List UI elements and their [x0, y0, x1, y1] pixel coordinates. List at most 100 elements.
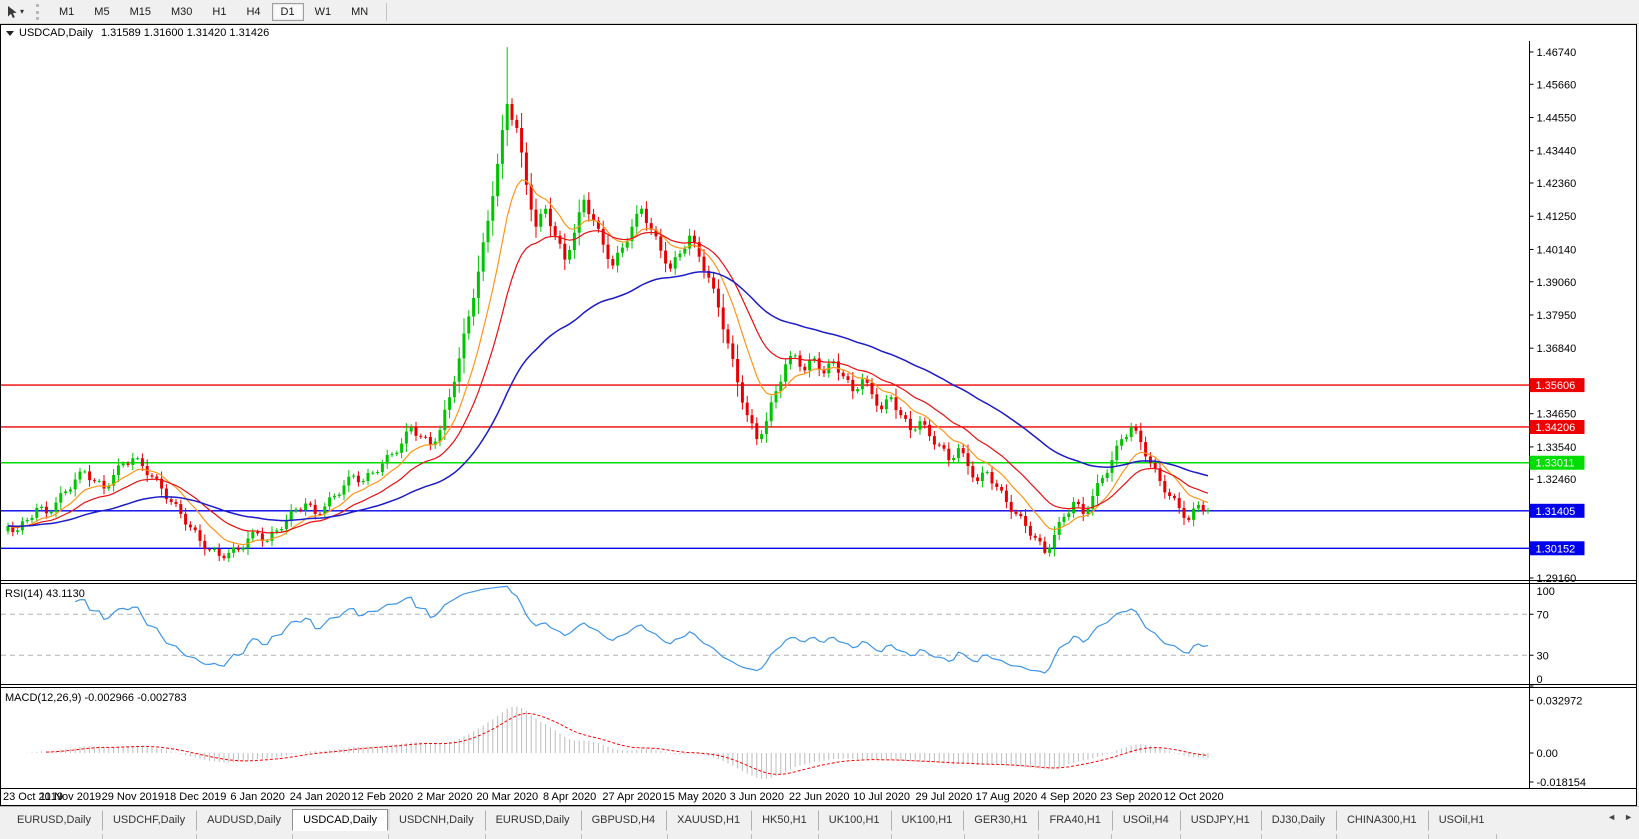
date-tick-label: 27 Apr 2020	[602, 791, 661, 803]
rsi-pane: 10070300	[1, 584, 1555, 687]
date-tick-label: 17 Aug 2020	[976, 791, 1038, 803]
date-axis[interactable]: 23 Oct 201911 Nov 201929 Nov 201918 Dec …	[3, 791, 1224, 803]
horizontal-levels	[1, 385, 1529, 548]
timeframe-button-h4[interactable]: H4	[237, 3, 269, 21]
chart-tab-hk50-h1[interactable]: HK50,H1	[751, 810, 818, 831]
tab-divider	[751, 834, 752, 839]
tabs-bar: EURUSD,DailyUSDCHF,DailyAUDUSD,DailyUSDC…	[0, 806, 1639, 839]
chart-tab-uk100-h1[interactable]: UK100,H1	[891, 810, 964, 831]
tab-divider	[1261, 834, 1262, 839]
chart-title-bar: USDCAD,Daily 1.31589 1.31600 1.31420 1.3…	[1, 25, 1636, 41]
toolbar-grip[interactable]	[36, 4, 42, 20]
date-tick-label: 22 Jun 2020	[789, 791, 850, 803]
date-tick-label: 3 Jun 2020	[730, 791, 784, 803]
date-tick-label: 2 Mar 2020	[417, 791, 473, 803]
chart-tab-xauusd-h1[interactable]: XAUUSD,H1	[666, 810, 751, 831]
chart-tab-usoil-h1[interactable]: USOil,H1	[1428, 810, 1496, 831]
chart-window: USDCAD,Daily 1.31589 1.31600 1.31420 1.3…	[0, 24, 1637, 806]
dropdown-caret-icon: ▾	[20, 8, 24, 16]
date-tick-label: 29 Nov 2019	[102, 791, 164, 803]
chart-tab-eurusd-daily[interactable]: EURUSD,Daily	[6, 810, 102, 831]
toolbar-separator	[386, 3, 387, 21]
tab-divider	[292, 834, 293, 839]
ma-line-55	[8, 272, 1208, 526]
rsi-tick-label: 30	[1537, 650, 1549, 662]
price-tick-label: 1.44550	[1537, 112, 1577, 124]
timeframe-button-d1[interactable]: D1	[272, 3, 304, 21]
chart-tab-usdcnh-daily[interactable]: USDCNH,Daily	[388, 810, 485, 831]
rsi-tick-label: 70	[1537, 609, 1549, 621]
date-tick-label: 4 Sep 2020	[1041, 791, 1097, 803]
macd-tick-label: -0.018154	[1537, 777, 1587, 789]
price-tick-label: 1.41250	[1537, 211, 1577, 223]
price-tick-label: 1.32460	[1537, 474, 1577, 486]
macd-tick-label: 0.032972	[1537, 695, 1583, 707]
level-badge-label: 1.31405	[1536, 506, 1576, 518]
chart-tab-usdchf-daily[interactable]: USDCHF,Daily	[102, 810, 196, 831]
ma-line-21	[8, 231, 1208, 533]
tab-divider	[1038, 834, 1039, 839]
tab-divider	[818, 834, 819, 839]
timeframe-button-mn[interactable]: MN	[342, 3, 377, 21]
candlesticks	[7, 47, 1210, 562]
date-tick-label: 12 Oct 2020	[1164, 791, 1224, 803]
chart-tab-audusd-daily[interactable]: AUDUSD,Daily	[196, 810, 292, 831]
date-tick-label: 10 Jul 2020	[853, 791, 910, 803]
timeframe-button-m1[interactable]: M1	[50, 3, 83, 21]
macd-histogram	[27, 707, 1208, 779]
price-tick-label: 1.33540	[1537, 442, 1577, 454]
chart-tab-gbpusd-h4[interactable]: GBPUSD,H4	[581, 810, 667, 831]
price-tick-label: 1.40140	[1537, 244, 1577, 256]
cursor-tool-button[interactable]: ▾	[3, 4, 27, 20]
date-tick-label: 23 Sep 2020	[1100, 791, 1162, 803]
chart-tab-dj30-daily[interactable]: DJ30,Daily	[1261, 810, 1336, 831]
chart-tab-eurusd-daily[interactable]: EURUSD,Daily	[485, 810, 581, 831]
timeframe-buttons: M1M5M15M30H1H4D1W1MN	[49, 1, 378, 23]
price-tick-label: 1.42360	[1537, 178, 1577, 190]
chart-title-symbol: USDCAD,Daily	[19, 27, 93, 39]
chart-tabs: EURUSD,DailyUSDCHF,DailyAUDUSD,DailyUSDC…	[6, 809, 1496, 831]
rsi-tick-label: 0	[1537, 674, 1543, 686]
tabs-scroll-left-icon[interactable]: ◄	[1607, 813, 1616, 822]
tab-divider	[964, 834, 965, 839]
chart-tab-usoil-h4[interactable]: USOil,H4	[1112, 810, 1180, 831]
tabs-scroll-right-icon[interactable]: ►	[1624, 813, 1633, 822]
price-chart[interactable]: 1.467401.456601.445501.434401.423601.412…	[1, 41, 1636, 804]
chart-tab-uk100-h1[interactable]: UK100,H1	[818, 810, 891, 831]
price-tick-label: 1.39060	[1537, 277, 1577, 289]
timeframe-button-h1[interactable]: H1	[203, 3, 235, 21]
level-badge-label: 1.35606	[1536, 380, 1576, 392]
level-badge-label: 1.33011	[1536, 458, 1575, 470]
price-tick-label: 1.36840	[1537, 343, 1577, 355]
chart-tab-fra40-h1[interactable]: FRA40,H1	[1038, 810, 1111, 831]
cursor-arrow-icon	[6, 5, 18, 19]
date-tick-label: 6 Jan 2020	[230, 791, 284, 803]
timeframe-button-m30[interactable]: M30	[162, 3, 201, 21]
chart-tab-usdcad-daily[interactable]: USDCAD,Daily	[292, 809, 388, 831]
tab-divider	[581, 834, 582, 839]
price-tick-label: 1.45660	[1537, 79, 1577, 91]
chart-menu-icon[interactable]	[6, 31, 14, 36]
tab-divider	[891, 834, 892, 839]
toolbar: ▾ M1M5M15M30H1H4D1W1MN	[0, 0, 1639, 24]
tab-divider	[102, 834, 103, 839]
timeframe-button-m15[interactable]: M15	[121, 3, 160, 21]
tab-divider	[1180, 834, 1181, 839]
price-tick-label: 1.37950	[1537, 310, 1577, 322]
tab-divider	[1111, 834, 1112, 839]
date-tick-label: 12 Feb 2020	[352, 791, 414, 803]
level-badges: 1.356061.342061.330111.314051.30152	[1530, 378, 1585, 555]
tab-divider	[388, 834, 389, 839]
timeframe-button-m5[interactable]: M5	[85, 3, 118, 21]
price-tick-label: 1.34650	[1537, 409, 1577, 421]
chart-title-quotes: 1.31589 1.31600 1.31420 1.31426	[101, 27, 269, 39]
chart-tab-ger30-h1[interactable]: GER30,H1	[963, 810, 1038, 831]
chart-tab-usdjpy-h1[interactable]: USDJPY,H1	[1180, 810, 1261, 831]
timeframe-button-w1[interactable]: W1	[306, 3, 341, 21]
macd-pane: 0.032972 0.00 -0.018154	[27, 695, 1586, 789]
chart-tab-china300-h1[interactable]: CHINA300,H1	[1336, 810, 1428, 831]
price-tick-label: 1.46740	[1537, 47, 1577, 59]
macd-tick-label: 0.00	[1537, 748, 1558, 760]
tab-divider	[667, 834, 668, 839]
tabs-scroll-arrows: ◄►	[1607, 813, 1633, 822]
